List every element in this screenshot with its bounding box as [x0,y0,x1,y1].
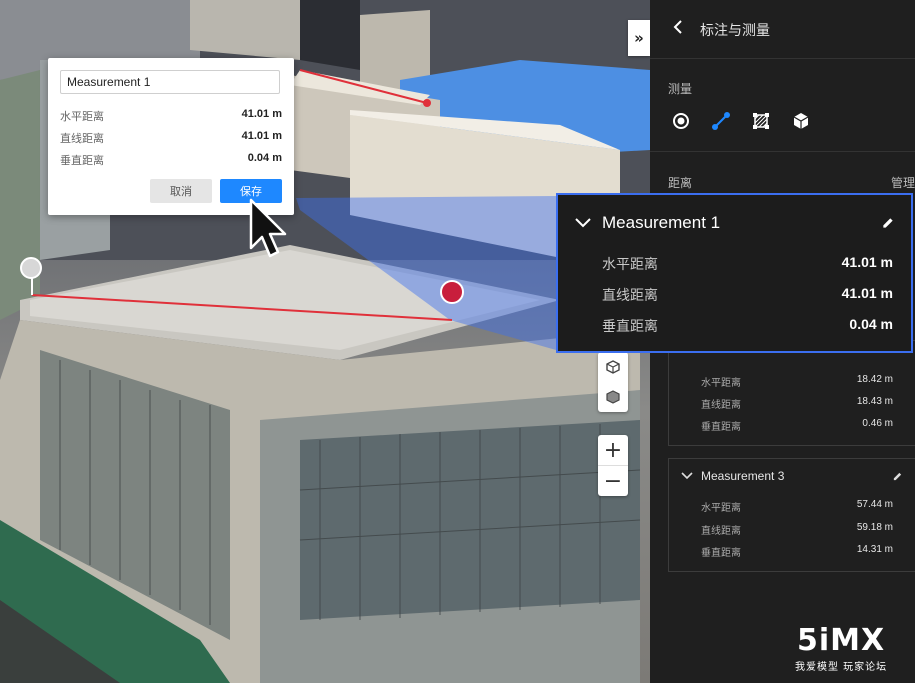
zoom-in-button[interactable]: + [598,435,628,465]
popup-row-straight: 直线距离 41.01 m [60,130,282,146]
measurement-edit-popup: 水平距离 41.01 m 直线距离 41.01 m 垂直距离 0.04 m 取消… [48,58,294,215]
measurement-row: 直线距离 18.43 m [701,396,893,411]
popup-row-label: 垂直距离 [60,154,104,167]
collapse-panel-button[interactable]: » [628,20,650,56]
popup-row-vertical: 垂直距离 0.04 m [60,152,282,168]
measurement-row: 垂直距离 14.31 m [701,544,893,559]
volume-tool-icon[interactable] [790,110,812,132]
measurement-row-value: 0.46 m [862,418,893,429]
card-row-value: 41.01 m [841,285,893,301]
measurement-row: 垂直距离 0.46 m [701,418,893,433]
cube-solid-icon[interactable] [598,382,628,412]
measure-line-point[interactable] [423,99,431,107]
view-tools [598,352,628,412]
edit-pencil-icon[interactable] [892,471,903,482]
measurement-item[interactable]: 水平距离 18.42 m 直线距离 18.43 m 垂直距离 0.46 m [668,340,915,446]
chevron-down-icon[interactable] [574,218,592,228]
popup-row-value: 41.01 m [241,108,282,120]
measurement-row-value: 14.31 m [856,544,893,555]
measure-end-point[interactable] [440,280,464,304]
watermark-subtitle: 我爱模型 玩家论坛 [795,662,888,673]
measurement-row: 直线距离 59.18 m [701,522,893,537]
measurement-card-header[interactable]: Measurement 1 [574,211,895,235]
card-row-label: 垂直距离 [602,319,658,335]
measurement-item[interactable]: Measurement 3 水平距离 57.44 m 直线距离 59.18 m … [668,458,915,572]
measurement-row: 水平距离 57.44 m [701,499,893,514]
card-row-horizontal: 水平距离 41.01 m [602,254,893,274]
card-row-label: 直线距离 [602,288,658,304]
panel-title: 标注与测量 [700,23,770,39]
measure-tools [670,110,812,132]
chevron-down-icon[interactable] [681,472,693,480]
measurement-header[interactable]: Measurement 3 [681,469,903,483]
measure-start-point[interactable] [20,257,42,279]
card-row-value: 0.04 m [849,316,893,332]
measurement-name-input[interactable] [60,70,280,94]
measurement-row-label: 水平距离 [701,503,741,514]
watermark-logo: 5iMX 我爱模型 玩家论坛 [795,623,888,674]
measure-section-label: 测量 [668,82,693,96]
measurement-row-value: 18.43 m [856,396,893,407]
zoom-controls: + − [598,435,628,496]
panel-header: 标注与测量 [650,0,915,59]
measurement-row: 水平距离 18.42 m [701,374,893,389]
measurement-card-title: Measurement 1 [602,213,721,232]
measurement-row-label: 垂直距离 [701,548,741,559]
edit-pencil-icon[interactable] [881,216,895,230]
measurement-row-label: 直线距离 [701,400,741,411]
measurement-row-label: 水平距离 [701,378,741,389]
card-row-vertical: 垂直距离 0.04 m [602,316,893,336]
card-row-straight: 直线距离 41.01 m [602,285,893,305]
measurement-detail-card[interactable]: Measurement 1 水平距离 41.01 m 直线距离 41.01 m … [556,193,913,353]
popup-row-value: 0.04 m [247,152,282,164]
area-tool-icon[interactable] [750,110,772,132]
manage-link[interactable]: 管理 [891,174,915,191]
measurement-row-value: 59.18 m [856,522,893,533]
panel-divider [650,151,915,152]
popup-row-horizontal: 水平距离 41.01 m [60,108,282,124]
measurement-row-value: 57.44 m [856,499,893,510]
popup-row-value: 41.01 m [241,130,282,142]
measurement-row-value: 18.42 m [856,374,893,385]
point-tool-icon[interactable] [670,110,692,132]
distance-section-label: 距离 [668,176,693,190]
popup-row-label: 直线距离 [60,132,104,145]
map-viewport[interactable]: » + − 水平距离 41.01 m 直线距离 41.01 m 垂直距离 0.0… [0,0,650,683]
mouse-cursor-icon [249,198,287,258]
measurement-row-label: 垂直距离 [701,422,741,433]
watermark-logo-text: 5iMX [797,623,886,658]
cancel-button[interactable]: 取消 [150,179,212,203]
line-tool-icon[interactable] [710,110,732,132]
measurement-row-label: 直线距离 [701,526,741,537]
measurement-title: Measurement 3 [701,469,785,483]
back-arrow-icon[interactable] [672,19,684,35]
card-row-label: 水平距离 [602,257,658,273]
popup-row-label: 水平距离 [60,110,104,123]
zoom-out-button[interactable]: − [598,465,628,496]
card-row-value: 41.01 m [841,254,893,270]
cube-view-icon[interactable] [598,352,628,382]
